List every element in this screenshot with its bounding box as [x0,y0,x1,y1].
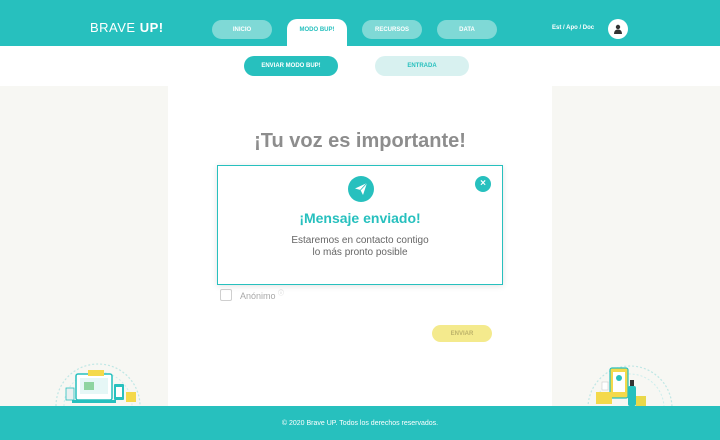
dialog-message-line-2: lo más pronto posible [312,247,408,258]
brand-text-bold: UP! [139,20,164,35]
inbox-tab[interactable]: ENTRADA [375,56,469,76]
dialog-title: ¡Mensaje enviado! [299,210,421,226]
dialog-message: Estaremos en contacto contigo lo más pro… [218,235,502,259]
anonymous-option[interactable]: Anónimo ⓘ [220,288,284,301]
user-icon [614,24,622,34]
info-icon[interactable]: ⓘ [278,291,284,297]
nav-modo-bup[interactable]: MODO BUP! [287,19,347,46]
nav-data[interactable]: DATA [437,20,497,39]
dialog-message-line-1: Estaremos en contacto contigo [291,235,429,246]
user-avatar-button[interactable] [608,19,628,39]
copyright-text: © 2020 Brave UP. Todos los derechos rese… [281,419,439,427]
role-selector[interactable]: Est / Apo / Doc [552,25,594,31]
brand-text: BRAVE [90,20,140,35]
sub-navbar [0,46,720,86]
brand-logo[interactable]: BRAVE UP! [90,20,164,35]
paper-plane-icon [348,176,374,202]
devices-illustration [55,363,141,407]
phone-illustration [587,365,673,409]
send-button[interactable]: ENVIAR [432,325,492,342]
anonymous-label: Anónimo ⓘ [240,291,285,301]
footer: © 2020 Brave UP. Todos los derechos rese… [0,406,720,440]
nav-recursos[interactable]: RECURSOS [362,20,422,39]
send-modo-bup-tab[interactable]: ENVIAR MODO BUP! [244,56,338,76]
nav-inicio[interactable]: INICIO [212,20,272,39]
close-icon[interactable]: × [475,176,491,192]
anonymous-checkbox[interactable] [220,288,232,301]
page-title: ¡Tu voz es importante! [254,130,466,152]
message-sent-dialog: × ¡Mensaje enviado! Estaremos en contact… [217,165,503,285]
